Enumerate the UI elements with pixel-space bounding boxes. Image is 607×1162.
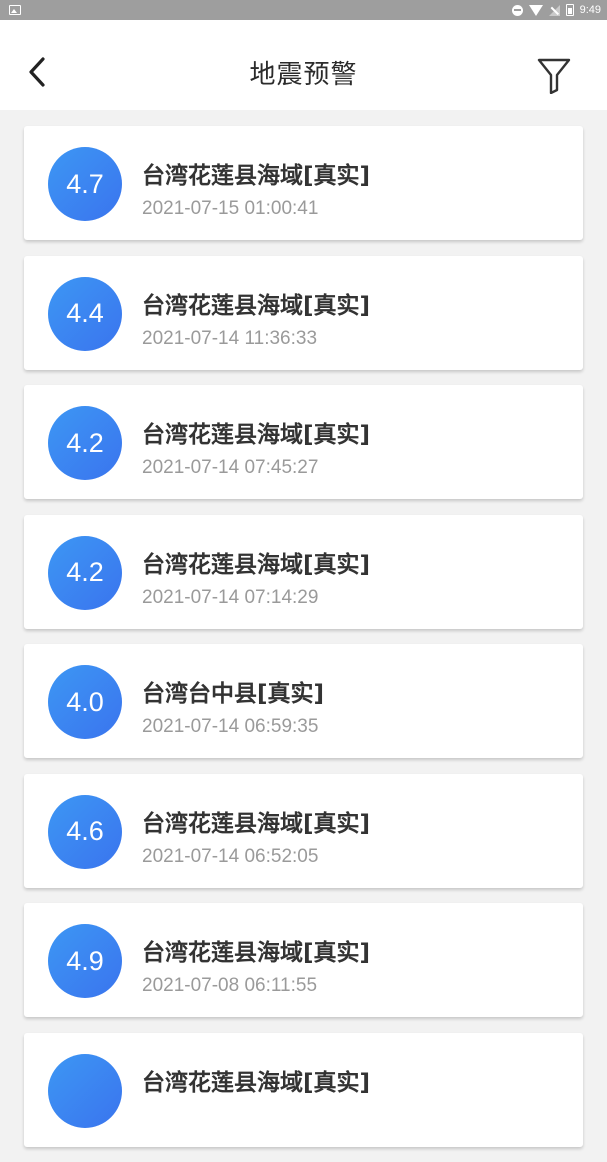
magnitude-badge: 4.0 — [48, 665, 122, 739]
earthquake-list: 4.7 台湾花莲县海域[真实] 2021-07-15 01:00:41 4.4 台湾花莲… — [24, 126, 583, 1162]
page-title: 地震预警 — [249, 60, 358, 90]
event-time: 2021-07-14 06:52:05 — [142, 845, 319, 867]
filter-button[interactable] — [535, 56, 573, 96]
location-label: 台湾台中县[真实] — [142, 681, 325, 707]
event-time: 2021-07-14 07:45:27 — [142, 457, 319, 478]
location-label: 台湾花莲县海域[真实] — [142, 810, 371, 837]
magnitude-badge: 4.2 — [48, 535, 122, 610]
earthquake-card[interactable]: 4.0 台湾台中县[真实] 2021-07-14 06:59:35 — [24, 644, 583, 758]
event-time: 2021-07-15 01:00:41 — [142, 198, 319, 219]
magnitude-badge: 4.6 — [48, 794, 122, 869]
magnitude-badge: 4.9 — [48, 924, 122, 998]
status-icons: 9:49 — [511, 2, 601, 18]
location-label: 台湾花莲县海域[真实] — [142, 292, 371, 319]
battery-icon — [565, 4, 574, 16]
event-time: 2021-07-14 07:14:29 — [142, 586, 319, 608]
event-time: 2021-07-14 11:36:33 — [142, 327, 318, 349]
earthquake-card[interactable]: 4.2 台湾花莲县海域[真实] 2021-07-14 07:45:27 — [24, 385, 583, 499]
do-not-disturb-icon — [511, 4, 523, 16]
status-bar: 9:49 — [0, 0, 607, 20]
magnitude-badge: 4.7 — [48, 147, 122, 221]
filter-icon — [537, 58, 571, 94]
image-notification-icon — [9, 5, 21, 15]
magnitude-badge — [48, 1053, 122, 1128]
location-label: 台湾花莲县海域[真实] — [142, 551, 371, 578]
earthquake-card[interactable]: 4.2 台湾花莲县海域[真实] 2021-07-14 07:14:29 — [24, 514, 583, 629]
magnitude-badge: 4.2 — [48, 406, 122, 480]
location-label: 台湾花莲县海域[真实] — [142, 422, 371, 448]
status-time: 9:49 — [579, 4, 601, 16]
earthquake-card[interactable]: 4.9 台湾花莲县海域[真实] 2021-07-08 06:11:55 — [24, 903, 583, 1017]
earthquake-card[interactable]: 4.7 台湾花莲县海域[真实] 2021-07-15 01:00:41 — [24, 126, 583, 240]
signal-icon — [548, 4, 560, 16]
event-time: 2021-07-08 06:11:55 — [142, 975, 318, 996]
event-time: 2021-07-14 06:59:35 — [142, 716, 319, 737]
earthquake-card[interactable]: 台湾花莲县海域[真实] — [24, 1032, 583, 1147]
wifi-icon — [528, 4, 543, 16]
app-header: 地震预警 — [0, 20, 607, 110]
location-label: 台湾花莲县海域[真实] — [142, 940, 371, 966]
magnitude-badge: 4.4 — [48, 276, 122, 351]
earthquake-card[interactable]: 4.4 台湾花莲县海域[真实] 2021-07-14 11:36:33 — [24, 255, 583, 370]
earthquake-card[interactable]: 4.6 台湾花莲县海域[真实] 2021-07-14 06:52:05 — [24, 773, 583, 888]
location-label: 台湾花莲县海域[真实] — [142, 163, 371, 189]
